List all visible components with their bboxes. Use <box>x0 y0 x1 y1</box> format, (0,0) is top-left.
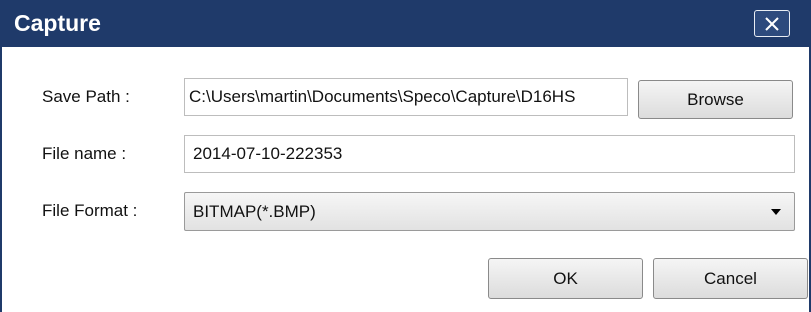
title-bar: Capture <box>2 0 809 47</box>
ok-button[interactable]: OK <box>488 258 643 299</box>
dialog-title: Capture <box>14 10 101 36</box>
file-name-field[interactable]: 2014-07-10-222353 <box>184 135 795 173</box>
cancel-button[interactable]: Cancel <box>653 258 808 299</box>
capture-dialog: Capture Save Path : C:\Users\martin\Docu… <box>0 0 811 312</box>
save-path-label: Save Path : <box>42 87 130 106</box>
close-button[interactable] <box>754 10 790 37</box>
browse-button[interactable]: Browse <box>638 80 793 119</box>
file-format-value: BITMAP(*.BMP) <box>193 202 316 221</box>
close-icon <box>765 16 779 31</box>
file-name-label: File name : <box>42 144 127 163</box>
save-path-field[interactable]: C:\Users\martin\Documents\Speco\Capture\… <box>184 78 628 116</box>
dropdown-arrow-icon <box>771 209 781 215</box>
file-format-label: File Format : <box>42 201 138 220</box>
file-format-select[interactable]: BITMAP(*.BMP) <box>184 192 795 231</box>
save-path-value: C:\Users\martin\Documents\Speco\Capture\… <box>189 87 576 106</box>
